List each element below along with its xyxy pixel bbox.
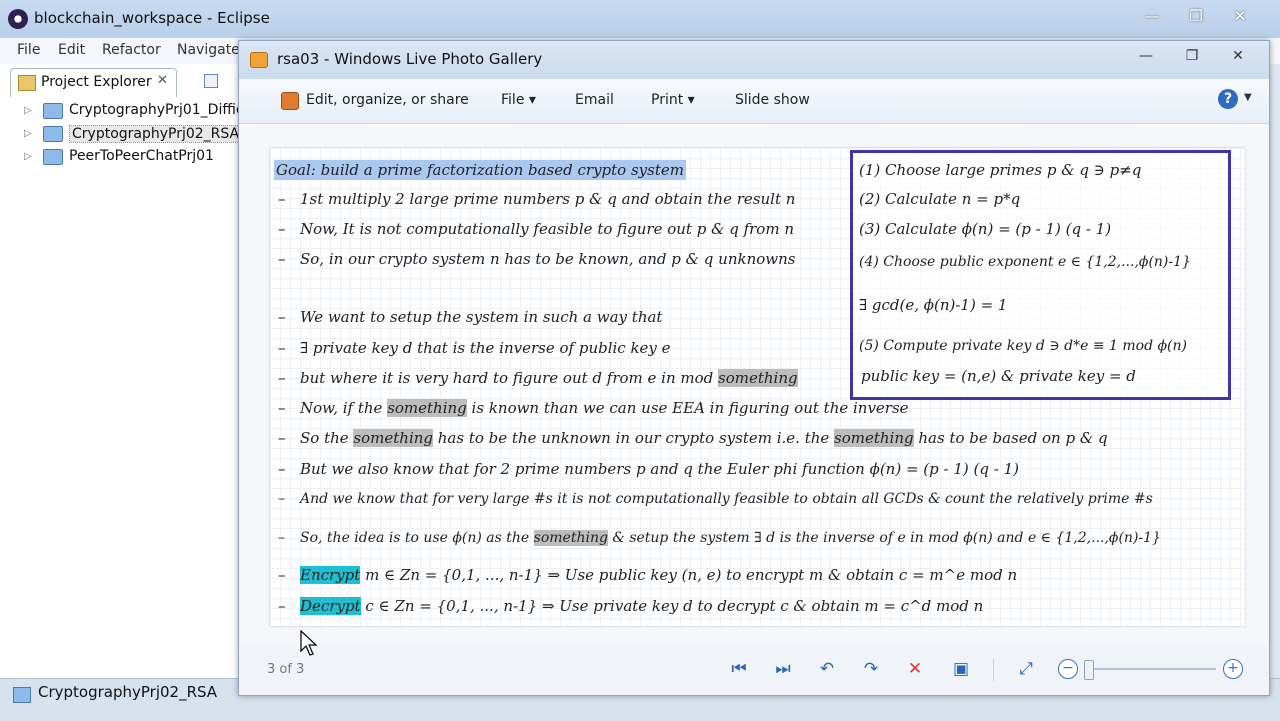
next-icon[interactable]: ⏭ [773, 659, 793, 679]
gallery-toolbar: Edit, organize, or share File ▾ Email Pr… [239, 79, 1269, 124]
gallery-maximize-button[interactable]: ❐ [1181, 46, 1203, 66]
email-button[interactable]: Email [575, 92, 614, 108]
rsa-step: (2) Calculate n = p*q [859, 190, 1021, 208]
rotate-right-icon[interactable]: ↷ [861, 659, 881, 679]
rsa-keys-summary: public key = (n,e) & private key = d [861, 367, 1136, 385]
tree-item-label: PeerToPeerChatPrj01 [69, 148, 214, 164]
project-tree: ▷ CryptographyPrj01_Diffie ▷ Cryptograph… [20, 100, 250, 169]
rsa-step: (5) Compute private key d ∋ d*e ≡ 1 mod … [859, 338, 1187, 354]
slide-goal: Goal: build a prime factorization based … [274, 160, 686, 180]
file-menu-button[interactable]: File ▾ [501, 92, 536, 108]
previous-icon[interactable]: ⏮ [729, 659, 749, 679]
tree-item-label: CryptographyPrj02_RSA [69, 125, 243, 143]
project-folder-icon [43, 103, 63, 119]
project-folder-icon [13, 687, 31, 703]
project-folder-icon [43, 149, 63, 165]
zoom-slider-thumb[interactable] [1084, 660, 1094, 680]
image-counter: 3 of 3 [267, 662, 305, 677]
minimize-button[interactable]: — [1140, 6, 1164, 26]
slide-show-button[interactable]: Slide show [735, 92, 810, 108]
edit-organize-icon [281, 92, 299, 110]
expand-arrow-icon[interactable]: ▷ [24, 151, 32, 162]
rsa-step: (3) Calculate ϕ(n) = (p - 1) (q - 1) [859, 220, 1112, 238]
tree-item-peertopeer[interactable]: ▷ PeerToPeerChatPrj01 [20, 146, 250, 169]
zoom-slider[interactable] [1094, 668, 1216, 670]
menu-edit[interactable]: Edit [58, 42, 85, 58]
gallery-controls-bar: 3 of 3 ⏮ ⏭ ↶ ↷ ✕ ▣ ⤢ − + [239, 645, 1269, 695]
slide-image: Goal: build a prime factorization based … [270, 148, 1245, 626]
rsa-step: ∃ gcd(e, ϕ(n)-1) = 1 [859, 296, 1008, 314]
project-explorer-icon [18, 75, 36, 91]
tree-item-label: CryptographyPrj01_Diffie [69, 102, 245, 118]
separator [993, 659, 994, 681]
gallery-titlebar: rsa03 - Windows Live Photo Gallery — ❐ ✕ [239, 41, 1269, 79]
print-menu-button[interactable]: Print ▾ [651, 92, 695, 108]
edit-organize-share-button[interactable]: Edit, organize, or share [306, 92, 469, 108]
delete-icon[interactable]: ✕ [905, 659, 925, 679]
project-explorer-tab[interactable]: Project Explorer ✕ [10, 68, 177, 97]
project-folder-icon [43, 126, 63, 142]
rotate-left-icon[interactable]: ↶ [817, 659, 837, 679]
gallery-close-button[interactable]: ✕ [1227, 46, 1249, 66]
zoom-in-icon[interactable]: + [1223, 659, 1243, 679]
gallery-logo-icon [250, 52, 268, 68]
mouse-cursor-icon [300, 630, 318, 656]
gallery-minimize-button[interactable]: — [1135, 46, 1157, 66]
zoom-out-icon[interactable]: − [1058, 659, 1078, 679]
gallery-window-title: rsa03 - Windows Live Photo Gallery [277, 50, 543, 68]
eclipse-logo-icon [8, 9, 28, 29]
rsa-steps-box: (1) Choose large primes p & q ∋ p≠q (2) … [850, 150, 1231, 400]
project-explorer-panel: Project Explorer ✕ ▷ CryptographyPrj01_D… [0, 64, 251, 678]
rsa-step: (4) Choose public exponent e ∈ {1,2,...,… [859, 254, 1191, 270]
expand-arrow-icon[interactable]: ▷ [24, 105, 32, 116]
status-text: CryptographyPrj02_RSA [38, 683, 218, 701]
eclipse-titlebar: blockchain_workspace - Eclipse — ❐ ✕ [0, 0, 1280, 38]
rsa-step: (1) Choose large primes p & q ∋ p≠q [859, 161, 1142, 179]
play-slideshow-icon[interactable]: ▣ [951, 659, 971, 679]
close-icon[interactable]: ✕ [157, 73, 168, 88]
tree-item-rsa[interactable]: ▷ CryptographyPrj02_RSA [20, 123, 250, 146]
tree-item-diffie[interactable]: ▷ CryptographyPrj01_Diffie [20, 100, 250, 123]
help-icon[interactable]: ? [1218, 89, 1238, 109]
chevron-down-icon[interactable]: ▼ [1244, 92, 1252, 103]
project-explorer-label: Project Explorer [41, 74, 152, 90]
menu-navigate[interactable]: Navigate [177, 42, 240, 58]
menu-refactor[interactable]: Refactor [102, 42, 161, 58]
collapse-all-icon[interactable] [204, 74, 218, 88]
actual-size-icon[interactable]: ⤢ [1016, 659, 1036, 679]
maximize-button[interactable]: ❐ [1184, 6, 1208, 26]
menu-file[interactable]: File [17, 42, 40, 58]
expand-arrow-icon[interactable]: ▷ [24, 128, 32, 139]
eclipse-window-title: blockchain_workspace - Eclipse [34, 9, 270, 27]
close-button[interactable]: ✕ [1228, 6, 1252, 26]
